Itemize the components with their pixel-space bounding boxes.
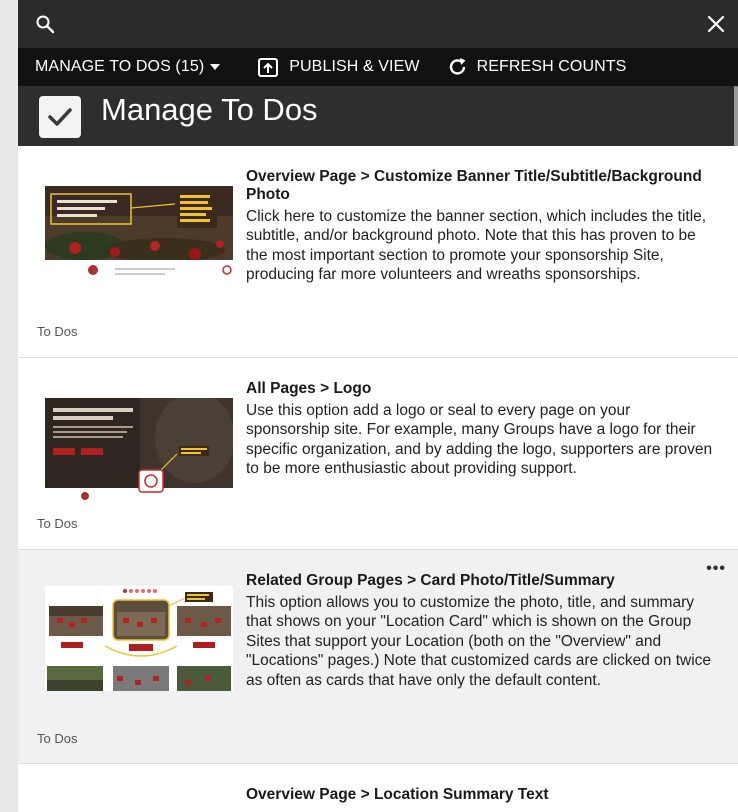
item-description: Use this option add a logo or seal to ev…	[246, 402, 713, 478]
item-description: This option allows you to customize the …	[246, 594, 712, 689]
top-bar	[18, 0, 738, 48]
item-title: Overview Page > Customize Banner Title/S…	[246, 168, 702, 203]
title-bar: Manage To Dos	[18, 86, 738, 146]
caret-down-icon	[210, 64, 221, 70]
item-tag: To Dos	[37, 324, 78, 339]
item-title: All Pages > Logo	[246, 380, 372, 397]
todo-panel: MANAGE TO DOS (15) PUBLISH & VIEW REFRES…	[18, 0, 738, 812]
logo-thumbnail	[45, 398, 233, 503]
item-tag: To Dos	[37, 516, 78, 531]
publish-view-label: PUBLISH & VIEW	[289, 58, 420, 75]
manage-todos-label: MANAGE TO DOS (15)	[35, 58, 205, 75]
search-button[interactable]	[32, 11, 58, 37]
manage-todos-dropdown[interactable]: MANAGE TO DOS (15)	[35, 58, 221, 76]
publish-icon	[258, 58, 279, 77]
item-tag: To Dos	[37, 731, 78, 746]
list-item[interactable]: ••• Related Group Pages > Card Photo/Tit…	[18, 550, 738, 764]
list-item[interactable]: Overview Page > Customize Banner Title/S…	[18, 146, 738, 358]
search-icon	[36, 15, 55, 34]
item-body: Related Group Pages > Card Photo/Title/S…	[246, 572, 716, 690]
todo-list: Overview Page > Customize Banner Title/S…	[18, 146, 738, 812]
card-thumbnail	[45, 586, 233, 691]
item-body: Overview Page > Customize Banner Title/S…	[246, 168, 716, 285]
toolbar: MANAGE TO DOS (15) PUBLISH & VIEW REFRES…	[18, 48, 738, 86]
select-all-checkbox[interactable]	[39, 96, 81, 138]
page-title: Manage To Dos	[101, 92, 318, 127]
refresh-counts-label: REFRESH COUNTS	[476, 58, 627, 75]
list-item[interactable]: Overview Page > Location Summary Text	[18, 764, 738, 812]
item-body: All Pages > Logo Use this option add a l…	[246, 380, 716, 479]
close-button[interactable]	[702, 10, 730, 38]
check-icon	[48, 108, 72, 126]
publish-view-button[interactable]: PUBLISH & VIEW	[257, 56, 419, 78]
banner-thumbnail	[45, 186, 233, 291]
item-title: Related Group Pages > Card Photo/Title/S…	[246, 572, 615, 589]
refresh-icon	[449, 58, 466, 75]
item-body: Overview Page > Location Summary Text	[246, 786, 716, 804]
refresh-counts-button[interactable]: REFRESH COUNTS	[448, 57, 627, 77]
close-icon	[707, 15, 725, 33]
item-title: Overview Page > Location Summary Text	[246, 786, 549, 803]
list-item[interactable]: All Pages > Logo Use this option add a l…	[18, 358, 738, 550]
item-description: Click here to customize the banner secti…	[246, 208, 707, 284]
